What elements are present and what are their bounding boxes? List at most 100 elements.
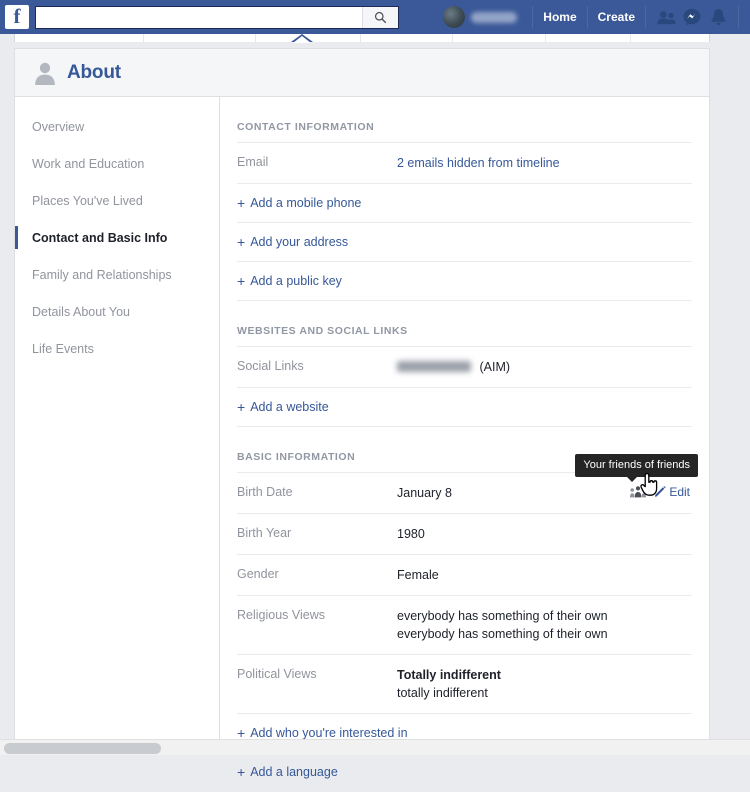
page-title: About xyxy=(67,62,121,84)
divider xyxy=(645,6,646,28)
sidebar-item-label: Details About You xyxy=(32,305,130,319)
avatar[interactable] xyxy=(443,6,465,28)
sidebar-item-work-and-education[interactable]: Work and Education xyxy=(15,145,219,182)
add-link-label: Add your address xyxy=(250,235,348,249)
row-value: everybody has something of their own eve… xyxy=(397,607,692,643)
plus-icon: + xyxy=(237,197,245,209)
about-content-panel: CONTACT INFORMATION Email 2 emails hidde… xyxy=(220,97,709,755)
friend-requests-button[interactable] xyxy=(653,4,679,30)
row-label: Birth Year xyxy=(237,525,397,542)
divider xyxy=(255,34,256,42)
plus-icon: + xyxy=(237,727,245,739)
table-row-political-views: Political Views Totally indifferent tota… xyxy=(237,655,692,714)
profile-name-redacted[interactable] xyxy=(471,12,517,23)
social-link-service: (AIM) xyxy=(479,360,510,374)
about-sidebar: Overview Work and Education Places You'v… xyxy=(15,97,220,755)
row-value: Female xyxy=(397,566,692,584)
page-right-gutter xyxy=(710,34,750,755)
friends-of-friends-glyph-icon xyxy=(630,486,646,498)
social-link-value-redacted xyxy=(397,361,471,372)
active-tab-caret-inner-icon xyxy=(293,36,311,43)
about-card-header: About xyxy=(15,49,709,97)
sidebar-item-label: Places You've Lived xyxy=(32,194,143,208)
section-title-websites-and-social-links: WEBSITES AND SOCIAL LINKS xyxy=(237,301,692,347)
section-title-contact-information: CONTACT INFORMATION xyxy=(237,97,692,143)
row-label: Religious Views xyxy=(237,607,397,624)
emails-hidden-link[interactable]: 2 emails hidden from timeline xyxy=(397,156,560,170)
edit-birth-date-button[interactable]: Edit xyxy=(654,485,690,499)
add-link-label: Add who you're interested in xyxy=(250,726,407,740)
facebook-top-navigation-bar: f Home Create xyxy=(0,0,750,34)
divider xyxy=(532,6,533,28)
sidebar-item-label: Life Events xyxy=(32,342,94,356)
sidebar-item-overview[interactable]: Overview xyxy=(15,108,219,145)
topbar-right-cluster: Home Create xyxy=(443,0,746,34)
plus-icon: + xyxy=(237,275,245,287)
add-link-label: Add a website xyxy=(250,400,329,414)
privacy-tooltip: Your friends of friends xyxy=(575,454,698,477)
row-value-line-1: Totally indifferent xyxy=(397,666,692,684)
about-card: About Overview Work and Education Places… xyxy=(14,48,710,755)
sidebar-item-label: Work and Education xyxy=(32,157,144,171)
search-input[interactable] xyxy=(36,7,362,28)
plus-icon: + xyxy=(237,766,245,778)
horizontal-scrollbar-track[interactable] xyxy=(0,739,750,755)
messenger-button[interactable] xyxy=(679,4,705,30)
divider xyxy=(587,6,588,28)
table-row-birth-year: Birth Year 1980 xyxy=(237,514,692,555)
about-card-body: Overview Work and Education Places You'v… xyxy=(15,97,709,755)
divider xyxy=(738,6,739,28)
search-submit-button[interactable] xyxy=(362,7,398,28)
divider xyxy=(143,34,144,42)
add-mobile-phone-button[interactable]: + Add a mobile phone xyxy=(237,184,692,223)
sidebar-item-family-and-relationships[interactable]: Family and Relationships xyxy=(15,256,219,293)
sidebar-item-label: Overview xyxy=(32,120,84,134)
friend-requests-icon xyxy=(657,10,676,25)
nav-link-create[interactable]: Create xyxy=(595,10,638,24)
nav-link-home[interactable]: Home xyxy=(540,10,579,24)
sidebar-item-life-events[interactable]: Life Events xyxy=(15,330,219,367)
row-label: Birth Date xyxy=(237,484,397,501)
add-language-button[interactable]: + Add a language xyxy=(237,753,692,792)
facebook-logo-icon[interactable]: f xyxy=(5,5,29,29)
messenger-icon xyxy=(683,8,701,26)
row-label: Political Views xyxy=(237,666,397,683)
sidebar-item-details-about-you[interactable]: Details About You xyxy=(15,293,219,330)
table-row-social-links: Social Links (AIM) xyxy=(237,347,692,388)
row-value: Totally indifferent totally indifferent xyxy=(397,666,692,702)
sidebar-item-label: Contact and Basic Info xyxy=(32,231,167,245)
search-icon xyxy=(374,11,387,24)
friends-of-friends-icon[interactable] xyxy=(630,484,646,500)
add-public-key-button[interactable]: + Add a public key xyxy=(237,262,692,301)
row-value-line-1: everybody has something of their own xyxy=(397,607,692,625)
divider xyxy=(360,34,361,42)
row-value-line-2: everybody has something of their own xyxy=(397,625,692,643)
notifications-icon xyxy=(710,8,727,26)
sidebar-item-places-youve-lived[interactable]: Places You've Lived xyxy=(15,182,219,219)
sidebar-item-contact-and-basic-info[interactable]: Contact and Basic Info xyxy=(15,219,219,256)
row-label: Gender xyxy=(237,566,397,583)
divider xyxy=(452,34,453,42)
row-value: 2 emails hidden from timeline xyxy=(397,154,692,172)
edit-label: Edit xyxy=(669,485,690,499)
plus-icon: + xyxy=(237,401,245,413)
plus-icon: + xyxy=(237,236,245,248)
row-value: (AIM) xyxy=(397,358,692,376)
add-link-label: Add a language xyxy=(250,765,338,779)
add-your-address-button[interactable]: + Add your address xyxy=(237,223,692,262)
add-link-label: Add a public key xyxy=(250,274,342,288)
table-row-birth-date: Birth Date January 8 Your friends of fri… xyxy=(237,473,692,514)
row-controls-birth-date: Your friends of friends xyxy=(630,484,690,500)
pencil-icon xyxy=(654,486,666,498)
notifications-button[interactable] xyxy=(705,4,731,30)
horizontal-scrollbar-thumb[interactable] xyxy=(4,743,161,754)
sidebar-item-label: Family and Relationships xyxy=(32,268,172,282)
add-link-label: Add a mobile phone xyxy=(250,196,361,210)
table-row-gender: Gender Female xyxy=(237,555,692,596)
table-row-email: Email 2 emails hidden from timeline xyxy=(237,143,692,184)
row-value-line-2: totally indifferent xyxy=(397,684,692,702)
add-website-button[interactable]: + Add a website xyxy=(237,388,692,427)
search-bar xyxy=(35,6,399,29)
row-label: Social Links xyxy=(237,358,397,375)
divider xyxy=(630,34,631,42)
